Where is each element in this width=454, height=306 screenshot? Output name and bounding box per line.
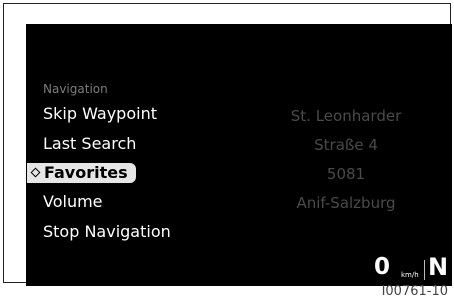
address-line: Straße 4: [314, 136, 378, 154]
speed-unit: km/h: [401, 271, 419, 279]
figure-frame: Navigation Skip Waypoint Last Search Fav…: [3, 3, 452, 286]
diamond-icon: [30, 167, 41, 178]
menu-item-volume[interactable]: Volume: [43, 192, 103, 212]
menu-item-label: Favorites: [44, 163, 128, 182]
address-line: St. Leonharder: [290, 107, 402, 125]
address-line: Anif-Salzburg: [296, 194, 396, 212]
figure-code: I00761-10: [381, 284, 448, 299]
address-line: 5081: [326, 165, 366, 183]
gear-indicator: N: [428, 253, 449, 281]
menu-item-skip-waypoint[interactable]: Skip Waypoint: [43, 104, 157, 124]
instrument-display: Navigation Skip Waypoint Last Search Fav…: [26, 24, 452, 286]
menu-item-favorites[interactable]: Favorites: [27, 163, 136, 183]
menu-item-stop-navigation[interactable]: Stop Navigation: [43, 222, 171, 242]
menu-item-last-search[interactable]: Last Search: [43, 134, 136, 154]
speed-value: 0: [374, 254, 391, 280]
gear-divider: [424, 260, 425, 280]
menu-header: Navigation: [43, 82, 108, 96]
